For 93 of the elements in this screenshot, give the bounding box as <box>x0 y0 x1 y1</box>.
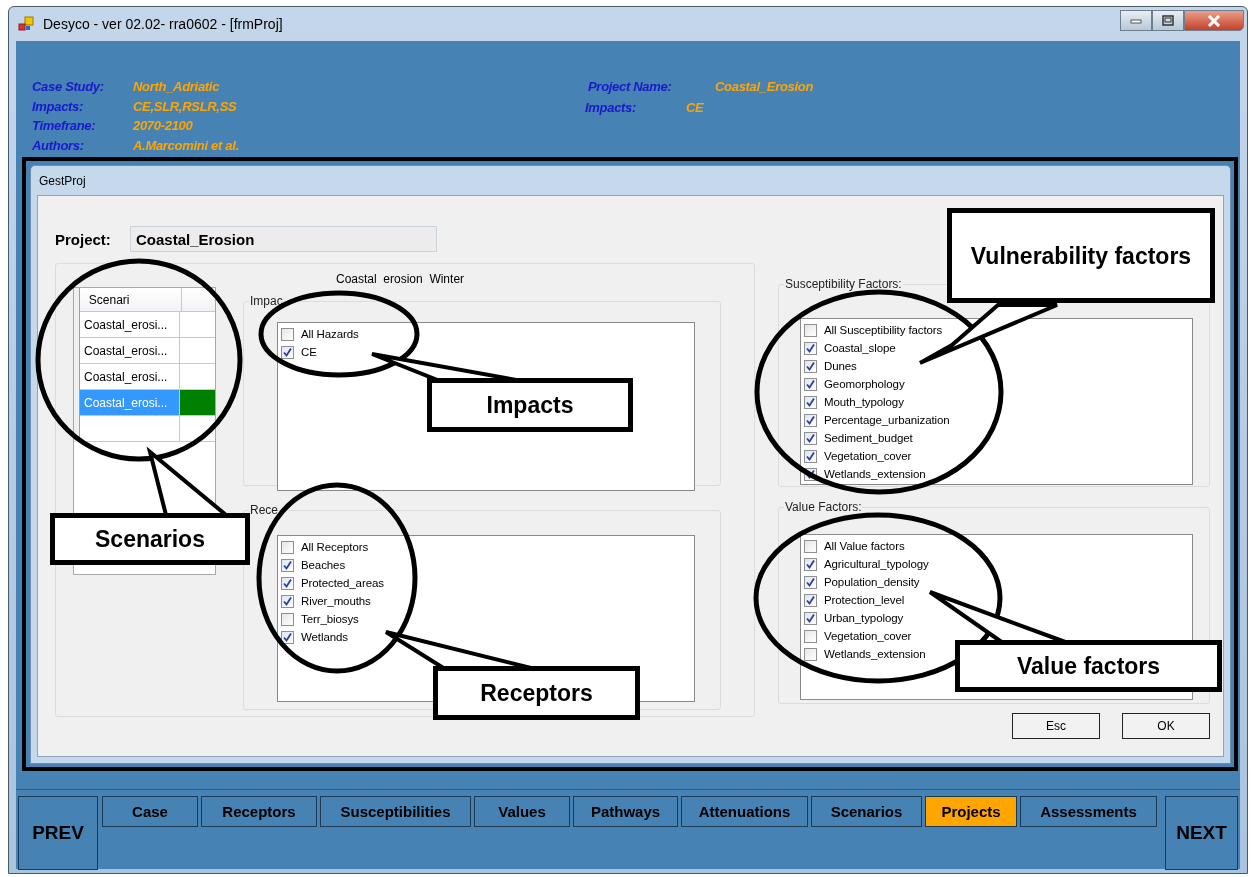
checkbox-label: All Receptors <box>301 541 369 553</box>
info-value: North_Adriatic <box>133 79 220 96</box>
checkbox-label: Mouth_typology <box>824 396 904 408</box>
checkbox-label: All Hazards <box>301 328 359 340</box>
info-label: Authors: <box>32 137 85 155</box>
checkbox[interactable] <box>281 630 294 644</box>
checkbox-label: Coastal_slope <box>824 342 896 354</box>
checkbox-label: Sediment_budget <box>824 432 913 444</box>
info-label: Case Study: <box>32 79 105 96</box>
info-label: Timefrane: <box>32 118 97 135</box>
nav-tab[interactable]: Scenarios <box>811 796 922 827</box>
checkbox-label: Protection_level <box>824 594 905 606</box>
checkbox-label: Beaches <box>301 559 346 571</box>
checkbox[interactable] <box>804 557 817 571</box>
group-legend: Value Factors: <box>784 500 863 514</box>
close-icon <box>1207 14 1221 27</box>
callout-label: Receptors <box>433 666 640 720</box>
app-icon <box>18 16 34 32</box>
nav-tab[interactable]: Receptors <box>201 796 317 827</box>
checkbox[interactable] <box>804 611 817 625</box>
checkbox-label: Wetlands <box>301 631 348 643</box>
checkbox[interactable] <box>281 594 294 608</box>
checkbox[interactable] <box>281 558 294 572</box>
checkbox-label: Percentage_urbanization <box>824 414 950 426</box>
prev-button[interactable]: PREV <box>18 796 98 870</box>
checkbox[interactable] <box>804 593 817 607</box>
nav-tab[interactable]: Pathways <box>573 796 678 827</box>
checkbox[interactable] <box>804 647 817 661</box>
info-label: Impacts: <box>32 98 85 116</box>
minimize-button[interactable] <box>1120 10 1152 31</box>
info-value: CE,SLR,RSLR,SS <box>133 98 237 116</box>
checkbox-label: Protected_areas <box>301 577 384 589</box>
checkbox-label: Population_density <box>824 576 920 588</box>
checkbox[interactable] <box>804 323 817 337</box>
checkbox-label: Wetlands_extension <box>824 648 926 660</box>
checkbox-label: All Susceptibility factors <box>824 324 943 336</box>
checkbox-label: All Value factors <box>824 540 905 552</box>
info-value: CE <box>686 100 704 117</box>
checkbox[interactable] <box>804 395 817 409</box>
ok-button[interactable]: OK <box>1122 713 1210 739</box>
callout-label: Scenarios <box>50 513 250 565</box>
checkbox[interactable] <box>804 449 817 463</box>
checkbox-label: Terr_biosys <box>301 613 359 625</box>
project-field[interactable]: Coastal_Erosion <box>130 226 437 252</box>
nav-tab[interactable]: Values <box>474 796 570 827</box>
nav-tab[interactable]: Assessments <box>1020 796 1157 827</box>
maximize-icon <box>1162 15 1174 26</box>
checkbox[interactable] <box>804 341 817 355</box>
checkbox-label: Vegetation_cover <box>824 450 912 462</box>
checkbox-label: Geomorphology <box>824 378 905 390</box>
checkbox-label: Dunes <box>824 360 857 372</box>
checkbox[interactable] <box>804 575 817 589</box>
checkbox[interactable] <box>804 539 817 553</box>
checkbox[interactable] <box>281 327 294 341</box>
checkbox-label: Urban_typology <box>824 612 904 624</box>
info-label: Project Name: <box>588 79 673 96</box>
checkbox-label: Vegetation_cover <box>824 630 912 642</box>
checkbox-label: River_mouths <box>301 595 371 607</box>
info-value: Coastal_Erosion <box>715 79 814 96</box>
group-legend: Rece <box>249 503 279 517</box>
checkbox[interactable] <box>804 629 817 643</box>
checkbox[interactable] <box>281 612 294 626</box>
checkbox[interactable] <box>804 431 817 445</box>
column-header: Scenari <box>79 288 182 312</box>
checkbox[interactable] <box>804 359 817 373</box>
nav-tab[interactable]: Projects <box>925 796 1017 827</box>
info-value: A.Marcomini et al. <box>133 137 239 155</box>
grid-cell[interactable]: Coastal_erosi... <box>79 390 181 416</box>
maximize-button[interactable] <box>1152 10 1184 31</box>
nav-tab[interactable]: Case <box>102 796 198 827</box>
checkbox[interactable] <box>804 413 817 427</box>
project-label: Project: <box>55 230 112 248</box>
scenario-title: Coastal erosion Winter <box>335 272 466 288</box>
group-legend: Impac <box>249 294 284 308</box>
close-button[interactable] <box>1184 10 1244 31</box>
checkbox[interactable] <box>804 377 817 391</box>
checkbox-label: CE <box>301 346 317 358</box>
minimize-icon <box>1130 17 1142 24</box>
checkbox[interactable] <box>281 576 294 590</box>
nav-tab[interactable]: Susceptibilities <box>320 796 471 827</box>
nav-tab[interactable]: Attenuations <box>681 796 808 827</box>
callout-label: Value factors <box>955 640 1222 692</box>
group-legend: Susceptibility Factors: <box>784 277 903 291</box>
cancel-button[interactable]: Esc <box>1012 713 1100 739</box>
checkbox-label: Agricultural_typology <box>824 558 929 570</box>
info-value: 2070-2100 <box>133 118 193 135</box>
checkbox[interactable] <box>281 540 294 554</box>
dialog-title: GestProj <box>39 173 86 188</box>
info-label: Impacts: <box>585 100 638 117</box>
checkbox[interactable] <box>281 345 294 359</box>
next-button[interactable]: NEXT <box>1165 796 1238 870</box>
window-title: Desyco - ver 02.02- rra0602 - [frmProj] <box>43 16 283 32</box>
checkbox-label: Wetlands_extension <box>824 468 926 480</box>
